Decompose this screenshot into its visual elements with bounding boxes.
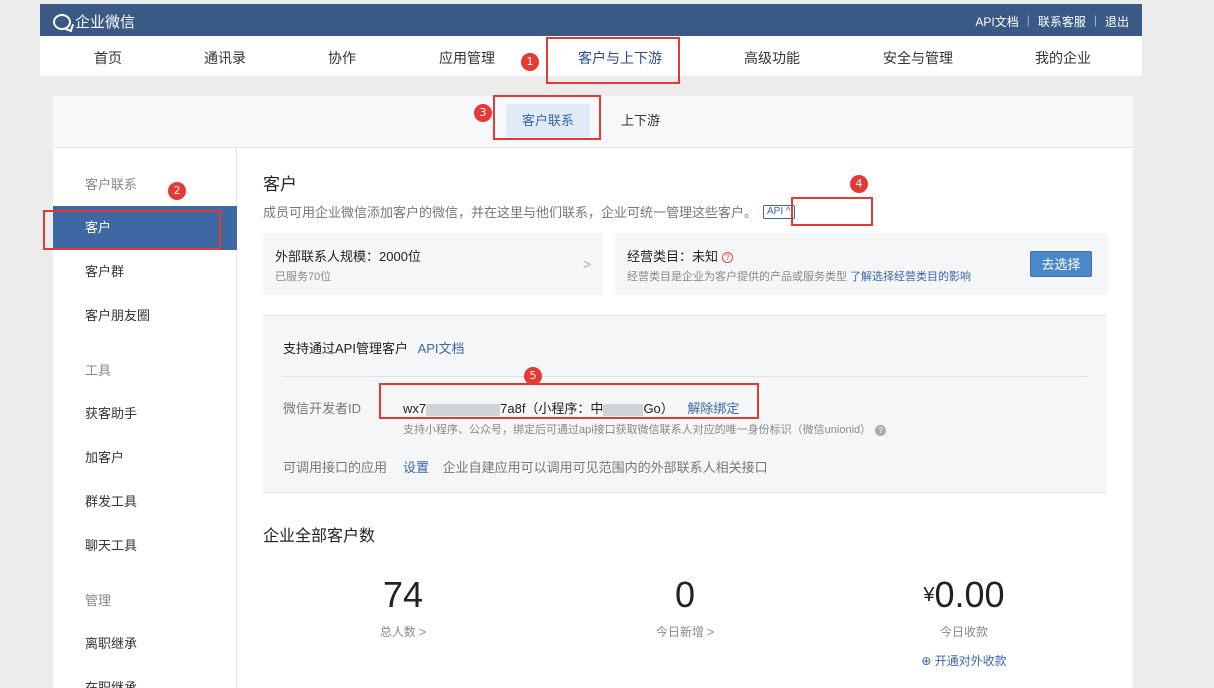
category-line: 经营类目：未知? [627,246,734,265]
sidebar-item-resigned-inheritance[interactable]: 离职继承 [53,622,237,666]
annotation-marker-2: 2 [168,182,186,200]
nav-item-app-management[interactable]: 应用管理 [439,48,495,68]
stat-today-income-value-row: ¥0.00 [864,573,1064,617]
callable-apps-row: 设置 企业自建应用可以调用可见范围内的外部联系人相关接口 [403,457,768,476]
callable-apps-desc: 企业自建应用可以调用可见范围内的外部联系人相关接口 [442,460,768,475]
sidebar-item-chat-tools[interactable]: 聊天工具 [53,524,237,568]
api-doc-link[interactable]: API文档 [975,13,1018,30]
select-category-button[interactable]: 去选择 [1030,251,1092,277]
annotation-box-4 [791,197,873,226]
stat-total-value: 74 [382,574,424,615]
scale-card[interactable]: 外部联系人规模：2000位 已服务70位 > [263,233,603,295]
stat-today-new-value: 0 [674,574,696,615]
sidebar-group-management: 管理 [85,593,112,608]
stat-total-label: 总人数 [379,625,416,639]
sidebar-item-onjob-inheritance[interactable]: 在职继承 [53,666,237,688]
category-text: 经营类目：未知 [627,249,719,264]
annotation-marker-1: 1 [521,53,539,71]
page-title: 客户 [263,175,297,194]
logo[interactable]: 企业微信 [53,11,135,32]
sidebar-item-moments[interactable]: 客户朋友圈 [53,294,237,338]
stat-today-new[interactable]: 0 今日新增 > [585,573,785,640]
stats-title: 企业全部客户数 [263,528,376,545]
category-note: 经营类目是企业为客户提供的产品或服务类型 了解选择经营类目的影响 [627,268,971,284]
chevron-right-icon: > [419,625,427,639]
annotation-marker-4: 4 [850,175,868,193]
annotation-box-5 [379,383,759,419]
nav-item-my-enterprise[interactable]: 我的企业 [1035,48,1091,68]
help-icon[interactable]: ? [722,252,734,264]
logout-link[interactable]: 退出 [1105,13,1129,30]
contact-support-link[interactable]: 联系客服 [1038,13,1086,30]
top-links: API文档 | 联系客服 | 退出 [975,13,1129,30]
nav-item-security[interactable]: 安全与管理 [883,48,953,68]
scale-text: 外部联系人规模：2000位 [275,249,421,264]
stat-today-income-label: 今日收款 [939,625,988,639]
logo-text: 企业微信 [75,14,136,31]
top-bar: 企业微信 API文档 | 联系客服 | 退出 [40,4,1142,36]
annotation-box-3 [493,95,601,140]
nav-item-home[interactable]: 首页 [94,48,122,68]
sidebar-item-mass-send[interactable]: 群发工具 [53,480,237,524]
api-support-text: 支持通过API管理客户 [283,341,408,356]
served-count: 已服务70位 [275,271,332,283]
callable-apps-label: 可调用接口的应用 [283,460,388,475]
enable-payment-link[interactable]: ⊕ 开通对外收款 [864,652,1064,669]
api-badge-label: API [767,205,784,217]
stat-today-income: ¥0.00 今日收款 ⊕ 开通对外收款 [864,573,1064,669]
settings-link[interactable]: 设置 [403,460,429,475]
api-support-row: 支持通过API管理客户 API文档 [283,338,465,357]
category-desc: 经营类目是企业为客户提供的产品或服务类型 [627,271,847,283]
sidebar-item-acquisition-assistant[interactable]: 获客助手 [53,392,237,436]
tab-upstream-downstream[interactable]: 上下游 [605,104,676,138]
description-text: 成员可用企业微信添加客户的微信，并在这里与他们联系，企业可统一管理这些客户。 [263,205,758,220]
chevron-up-icon: ^ [785,205,791,217]
separator: | [1026,13,1030,27]
stat-today-new-label: 今日新增 [655,625,704,639]
annotation-marker-5: 5 [524,367,542,385]
stat-total[interactable]: 74 总人数 > [303,573,503,640]
sidebar-item-customer-groups[interactable]: 客户群 [53,250,237,294]
api-badge[interactable]: API ^ [763,204,795,219]
annotation-box-1 [546,37,680,84]
sidebar-group-tools: 工具 [85,363,112,378]
stat-today-new-label-row: 今日新增 > [585,623,785,640]
annotation-marker-3: 3 [474,104,492,122]
category-impact-link[interactable]: 了解选择经营类目的影响 [850,271,971,283]
nav-item-contacts[interactable]: 通讯录 [204,48,246,68]
help-icon[interactable]: ? [875,424,887,436]
api-doc-link-inline[interactable]: API文档 [418,341,465,356]
nav-item-advanced[interactable]: 高级功能 [744,48,800,68]
annotation-box-2 [43,210,221,250]
stat-total-label-row: 总人数 > [303,623,503,640]
stat-today-income-value: 0.00 [934,574,1005,615]
nav-item-collaboration[interactable]: 协作 [328,48,356,68]
currency-symbol: ¥ [923,584,935,606]
sidebar-item-add-customer[interactable]: 加客户 [53,436,237,480]
wecom-logo-icon [53,13,71,30]
sidebar-group-customer-contact: 客户联系 [85,177,138,192]
dev-id-label: 微信开发者ID [283,401,362,416]
divider [283,376,1087,377]
page-description: 成员可用企业微信添加客户的微信，并在这里与他们联系，企业可统一管理这些客户。 A… [263,202,795,221]
dev-id-note: 支持小程序、公众号，绑定后可通过api接口获取微信联系人对应的唯一身份标识（微信… [403,424,872,436]
chevron-right-icon: > [707,625,715,639]
category-card: 经营类目：未知? 经营类目是企业为客户提供的产品或服务类型 了解选择经营类目的影… [615,233,1108,295]
separator: | [1093,13,1097,27]
chevron-right-icon: > [582,256,591,272]
dev-id-note-row: 支持小程序、公众号，绑定后可通过api接口获取微信联系人对应的唯一身份标识（微信… [403,421,887,437]
